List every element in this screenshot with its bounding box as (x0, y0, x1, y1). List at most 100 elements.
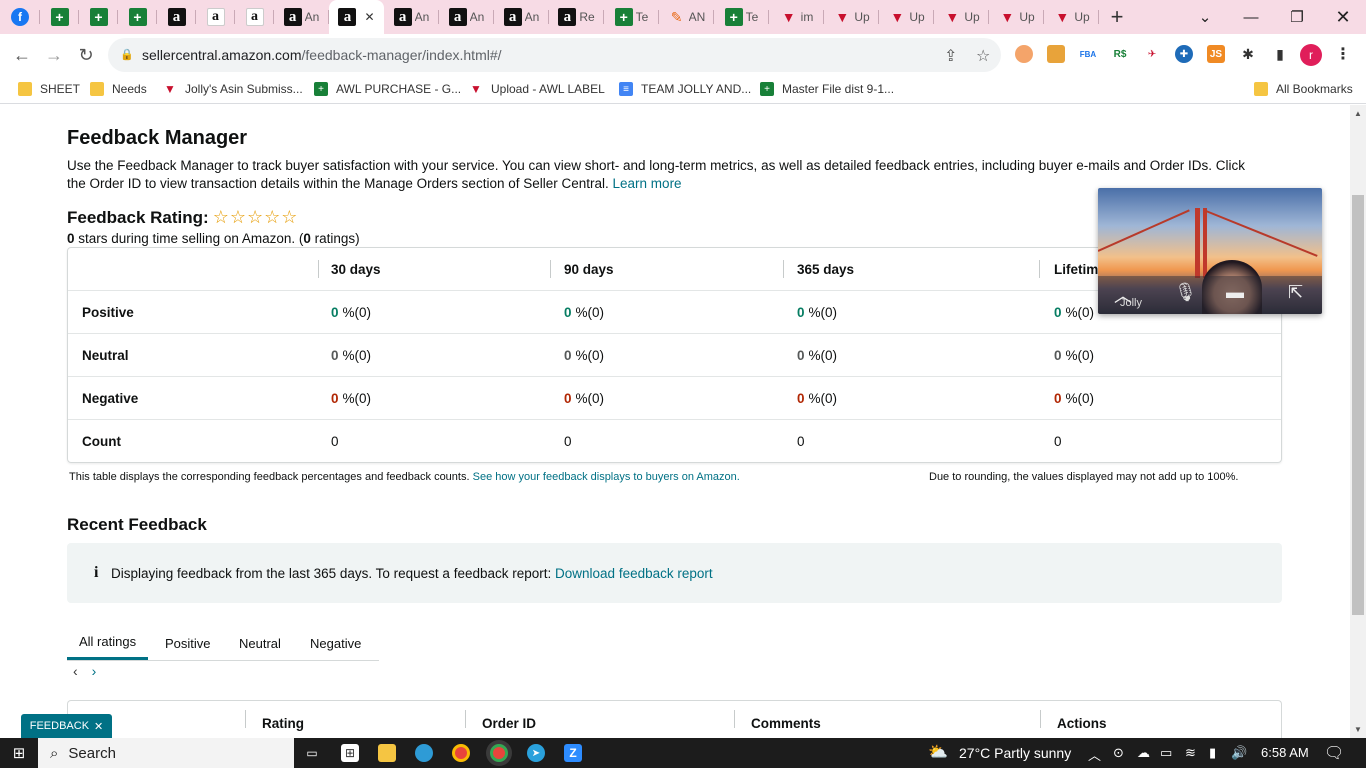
all-bookmarks[interactable]: All Bookmarks (1254, 82, 1353, 96)
tab-search-icon[interactable]: ⌄ (1182, 0, 1228, 34)
browser-tab[interactable]: a An (384, 0, 439, 34)
scroll-thumb[interactable] (1352, 195, 1364, 615)
browser-tab[interactable]: + Te (604, 0, 659, 34)
page-scrollbar[interactable]: ▲ ▼ (1350, 105, 1366, 738)
browser-tab[interactable]: f (0, 0, 40, 34)
list-column-header[interactable]: Rating (262, 701, 304, 738)
download-report-link[interactable]: Download feedback report (555, 566, 713, 581)
bookmark-item[interactable]: + AWL PURCHASE - G... (314, 82, 461, 96)
prev-page-icon[interactable]: ‹ (73, 663, 78, 679)
volume-icon[interactable]: 🔊 (1231, 745, 1247, 761)
js-extension-icon[interactable]: JS (1207, 45, 1225, 63)
bookmark-item[interactable]: ≡ TEAM JOLLY AND... (619, 82, 751, 96)
task-view-icon[interactable]: ▭ (303, 744, 321, 762)
browser-tab[interactable]: ▼ Up (824, 0, 879, 34)
profile-avatar[interactable]: r (1300, 44, 1322, 66)
camera-icon[interactable]: ▬ (1226, 282, 1244, 303)
store-icon[interactable]: ⊞ (341, 744, 359, 762)
bookmark-item[interactable]: ▼ Upload - AWL LABEL (469, 82, 605, 96)
browser-tab[interactable]: ▼ Up (989, 0, 1044, 34)
mic-muted-icon[interactable]: 🎙 (1174, 282, 1197, 303)
sheets-icon: + (128, 8, 147, 26)
tab-all-ratings[interactable]: All ratings (67, 625, 149, 660)
browser-tab[interactable]: ▼ im (769, 0, 824, 34)
back-button[interactable]: ← (6, 39, 38, 71)
next-page-icon[interactable]: › (92, 663, 97, 679)
browser-tab[interactable]: a (157, 0, 196, 34)
extension-icon[interactable] (1015, 45, 1033, 63)
browser-tab[interactable]: ✎ AN (659, 0, 714, 34)
extension-icon[interactable]: ✚ (1175, 45, 1193, 63)
table-cell: 0 %(0) (331, 334, 371, 377)
popout-icon[interactable]: ⇱ (1288, 282, 1303, 303)
fba-extension-icon[interactable]: FBA (1079, 45, 1097, 63)
share-icon[interactable]: ⇪ (944, 46, 957, 66)
browser-tab[interactable]: a An (439, 0, 494, 34)
side-panel-icon[interactable]: ▮ (1271, 45, 1289, 63)
list-column-header[interactable]: Order ID (482, 701, 536, 738)
maximize-button[interactable]: ❐ (1274, 0, 1320, 34)
tray-chevron-icon[interactable]: ︿ (1088, 745, 1101, 764)
browser-tab[interactable]: ▼ Up (934, 0, 989, 34)
extension-icon[interactable] (1047, 45, 1065, 63)
browser-tab[interactable]: + (40, 0, 79, 34)
rs-extension-icon[interactable]: R$ (1111, 45, 1129, 63)
tray-app-icon[interactable]: ⊙ (1113, 745, 1124, 761)
tab-negative[interactable]: Negative (298, 625, 373, 661)
tab-positive[interactable]: Positive (153, 625, 223, 661)
microphone-icon[interactable]: ▮ (1209, 745, 1216, 761)
new-tab-button[interactable]: + (1099, 0, 1135, 34)
browser-tab[interactable]: a ✕ (329, 0, 384, 34)
chrome-icon[interactable] (452, 744, 470, 762)
file-explorer-icon[interactable] (378, 744, 396, 762)
sheets-icon: + (760, 82, 774, 96)
wifi-icon[interactable]: ≋ (1185, 745, 1196, 761)
bookmark-item[interactable]: + Master File dist 9-1... (760, 82, 894, 96)
scroll-down-icon[interactable]: ▼ (1354, 725, 1362, 734)
notifications-icon[interactable]: 🗨 (1324, 743, 1344, 763)
tab-neutral[interactable]: Neutral (227, 625, 293, 661)
browser-tab[interactable]: a (196, 0, 235, 34)
close-window-button[interactable]: ✕ (1320, 0, 1366, 34)
learn-more-link[interactable]: Learn more (613, 176, 682, 191)
browser-tab[interactable]: + Te (714, 0, 769, 34)
browser-tab[interactable]: + (118, 0, 157, 34)
forward-button[interactable]: → (38, 39, 70, 71)
telegram-icon[interactable]: ➤ (527, 744, 545, 762)
puzzle-extensions-icon[interactable]: ✱ (1239, 45, 1257, 63)
close-tab-icon[interactable]: ✕ (364, 10, 374, 24)
browser-tab[interactable]: a An (274, 0, 329, 34)
bookmark-item[interactable]: ▼ Jolly's Asin Submiss... (163, 82, 303, 96)
clock[interactable]: 6:58 AM (1261, 745, 1309, 760)
reload-button[interactable]: ↻ (70, 39, 102, 71)
browser-tab[interactable]: ▼ Up (879, 0, 934, 34)
feedback-button[interactable]: FEEDBACK ✕ (21, 714, 112, 738)
minimize-button[interactable]: — (1228, 0, 1274, 34)
browser-tab[interactable]: a Re (549, 0, 604, 34)
url-bar[interactable]: 🔒 sellercentral.amazon.com/feedback-mana… (108, 38, 1001, 72)
windows-start-icon[interactable]: ⊞ (10, 744, 28, 762)
browser-tab[interactable]: + (79, 0, 118, 34)
scroll-up-icon[interactable]: ▲ (1354, 109, 1362, 118)
list-column-header[interactable]: Actions (1057, 701, 1107, 738)
browser-tab[interactable]: a (235, 0, 274, 34)
browser-tab[interactable]: ▼ Up (1044, 0, 1099, 34)
browser-tab[interactable]: a An (494, 0, 549, 34)
feedback-display-link[interactable]: See how your feedback displays to buyers… (473, 471, 740, 483)
taskbar-search[interactable]: ⌕ Search (38, 738, 294, 768)
chrome-active-icon[interactable] (490, 744, 508, 762)
weather-text[interactable]: 27°C Partly sunny (959, 745, 1071, 761)
onedrive-icon[interactable]: ☁ (1137, 745, 1150, 761)
battery-icon[interactable]: ▭ (1160, 745, 1172, 761)
edge-icon[interactable] (415, 744, 433, 762)
close-icon[interactable]: ✕ (94, 720, 103, 733)
extension-icon[interactable]: ✈ (1143, 45, 1161, 63)
menu-kebab-icon[interactable]: ⋮ (1334, 45, 1352, 63)
vv-icon: ▼ (1055, 9, 1070, 25)
zoom-icon[interactable]: Z (564, 744, 582, 762)
bookmark-star-icon[interactable]: ☆ (976, 46, 990, 66)
bookmark-item[interactable]: SHEET (18, 82, 80, 96)
list-column-header[interactable]: Comments (751, 701, 821, 738)
bookmark-item[interactable]: Needs (90, 82, 147, 96)
video-call-window[interactable]: ︿ 🎙 ▬ ⇱ Jolly (1098, 188, 1322, 314)
